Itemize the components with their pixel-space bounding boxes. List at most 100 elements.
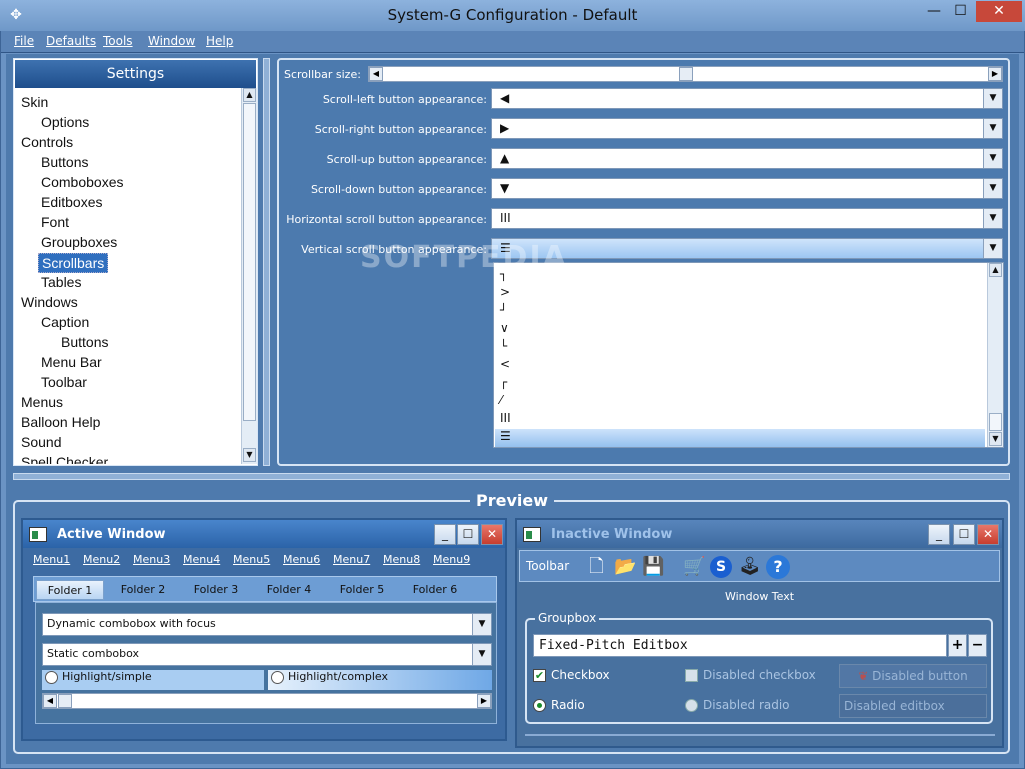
vertical-button-dropdown-list[interactable]: ┐ > ┘ ∨ └ < ┌ ⁄ III ☰ ▲ ▼ <box>493 262 1004 448</box>
tree-item-comboboxes[interactable]: Comboboxes <box>41 173 124 191</box>
preview-menu-item[interactable]: Menu6 <box>283 553 320 566</box>
preview-slider[interactable]: ◀ ▶ <box>42 693 492 709</box>
scroll-down-arrow-icon[interactable]: ▼ <box>243 448 256 462</box>
minimize-icon[interactable]: _ <box>928 524 950 545</box>
close-button[interactable]: ✕ <box>976 1 1022 22</box>
slider-thumb[interactable] <box>58 694 72 708</box>
preview-menu-item[interactable]: Menu2 <box>83 553 120 566</box>
tree-scroll-thumb[interactable] <box>243 103 256 421</box>
scroll-up-arrow-icon[interactable]: ▲ <box>989 263 1002 277</box>
chevron-down-icon[interactable]: ▼ <box>983 179 1002 198</box>
scrollbar-size-slider[interactable]: ◀ ▶ <box>368 66 1003 82</box>
tree-item-font[interactable]: Font <box>41 213 69 231</box>
fixed-pitch-editbox[interactable]: Fixed-Pitch Editbox <box>533 634 947 657</box>
tab-folder-2[interactable]: Folder 2 <box>109 580 177 600</box>
menu-tools[interactable]: Tools <box>103 34 133 48</box>
checkbox[interactable]: ✔ Checkbox <box>533 668 610 682</box>
chevron-down-icon[interactable]: ▼ <box>472 644 491 665</box>
scroll-right-arrow-icon[interactable]: ▶ <box>477 694 491 708</box>
chevron-down-icon[interactable]: ▼ <box>983 89 1002 108</box>
chevron-down-icon[interactable]: ▼ <box>983 119 1002 138</box>
tab-folder-4[interactable]: Folder 4 <box>255 580 323 600</box>
tree-item-balloon-help[interactable]: Balloon Help <box>21 413 100 431</box>
tree-item-spell-checker[interactable]: Spell Checker <box>21 453 108 464</box>
appearance-combobox[interactable]: ▲ ▼ <box>491 148 1003 169</box>
save-icon[interactable]: 💾 <box>641 554 666 579</box>
minimize-icon[interactable]: _ <box>434 524 456 545</box>
settings-tree[interactable]: Skin Options Controls Buttons Comboboxes Edit… <box>15 89 241 464</box>
tree-item-buttons[interactable]: Buttons <box>61 333 108 351</box>
radio-highlight-complex[interactable]: Highlight/complex <box>268 670 492 690</box>
static-combobox[interactable]: Static combobox ▼ <box>42 643 492 666</box>
dropdown-option[interactable]: > <box>500 285 510 299</box>
appearance-combobox[interactable]: ▼ ▼ <box>491 178 1003 199</box>
scrollbar-size-thumb[interactable] <box>679 67 693 81</box>
preview-menu-item[interactable]: Menu4 <box>183 553 220 566</box>
dropdown-scroll-thumb[interactable] <box>989 413 1002 431</box>
dropdown-option[interactable]: III <box>500 411 511 425</box>
tree-item-groupboxes[interactable]: Groupboxes <box>41 233 117 251</box>
maximize-button[interactable]: ☐ <box>947 1 974 22</box>
help-icon[interactable]: ? <box>766 555 790 579</box>
scroll-left-arrow-icon[interactable]: ◀ <box>369 67 383 81</box>
scroll-left-arrow-icon[interactable]: ◀ <box>43 694 57 708</box>
tree-item-menu-bar[interactable]: Menu Bar <box>41 353 102 371</box>
plus-icon[interactable]: + <box>948 634 967 657</box>
tab-folder-1[interactable]: Folder 1 <box>36 580 104 600</box>
preview-menu-item[interactable]: Menu1 <box>33 553 70 566</box>
tab-folder-5[interactable]: Folder 5 <box>328 580 396 600</box>
cart-icon[interactable]: 🛒 <box>682 554 707 579</box>
dropdown-option[interactable]: < <box>500 357 510 371</box>
title-bar[interactable]: ✥ System-G Configuration - Default — ☐ ✕ <box>0 0 1025 31</box>
preview-menu-item[interactable]: Menu9 <box>433 553 470 566</box>
dynamic-combobox[interactable]: Dynamic combobox with focus ▼ <box>42 613 492 636</box>
active-window-titlebar[interactable]: Active Window _ ☐ ✕ <box>23 520 505 548</box>
minus-icon[interactable]: − <box>968 634 987 657</box>
chevron-down-icon[interactable]: ▼ <box>472 614 491 635</box>
vertical-splitter[interactable] <box>263 58 270 466</box>
maximize-icon[interactable]: ☐ <box>953 524 975 545</box>
chevron-down-icon[interactable]: ▼ <box>983 149 1002 168</box>
preview-menu-item[interactable]: Menu5 <box>233 553 270 566</box>
dropdown-option[interactable]: └ <box>500 339 507 353</box>
open-folder-icon[interactable]: 📂 <box>613 554 638 579</box>
dropdown-option[interactable]: ∨ <box>500 321 509 335</box>
chevron-down-icon[interactable]: ▼ <box>983 209 1002 228</box>
tree-item-menus[interactable]: Menus <box>21 393 63 411</box>
tab-folder-3[interactable]: Folder 3 <box>182 580 250 600</box>
chevron-down-icon[interactable]: ▼ <box>983 239 1002 258</box>
scroll-right-arrow-icon[interactable]: ▶ <box>988 67 1002 81</box>
appearance-combobox[interactable]: ▶ ▼ <box>491 118 1003 139</box>
scroll-down-arrow-icon[interactable]: ▼ <box>989 432 1002 446</box>
tree-item-buttons[interactable]: Buttons <box>41 153 88 171</box>
tree-item-options[interactable]: Options <box>41 113 89 131</box>
tree-item-skin[interactable]: Skin <box>21 93 48 111</box>
appearance-combobox[interactable]: ◀ ▼ <box>491 88 1003 109</box>
tree-item-editboxes[interactable]: Editboxes <box>41 193 102 211</box>
menu-window[interactable]: Window <box>148 34 195 48</box>
tree-item-sound[interactable]: Sound <box>21 433 61 451</box>
menu-defaults[interactable]: Defaults <box>46 34 96 48</box>
menu-help[interactable]: Help <box>206 34 233 48</box>
s-logo-icon[interactable]: S <box>710 556 732 578</box>
close-icon[interactable]: ✕ <box>481 524 503 545</box>
tree-item-scrollbars[interactable]: Scrollbars <box>38 253 109 273</box>
maximize-icon[interactable]: ☐ <box>457 524 479 545</box>
radio-highlight-simple[interactable]: Highlight/simple <box>42 670 264 690</box>
tree-item-caption[interactable]: Caption <box>41 313 89 331</box>
inactive-window-titlebar[interactable]: Inactive Window _ ☐ ✕ <box>517 520 1002 548</box>
dropdown-scrollbar[interactable]: ▲ ▼ <box>987 263 1003 447</box>
dropdown-option[interactable]: ┘ <box>500 303 507 317</box>
tree-item-controls[interactable]: Controls <box>21 133 73 151</box>
tab-folder-6[interactable]: Folder 6 <box>401 580 469 600</box>
scroll-up-arrow-icon[interactable]: ▲ <box>243 88 256 102</box>
minimize-button[interactable]: — <box>921 1 947 22</box>
tree-item-toolbar[interactable]: Toolbar <box>41 373 87 391</box>
preview-menu-item[interactable]: Menu7 <box>333 553 370 566</box>
menu-file[interactable]: File <box>14 34 34 48</box>
new-document-icon[interactable]: 🗋 <box>584 554 609 579</box>
joystick-icon[interactable]: 🕹 <box>737 554 762 579</box>
preview-menu-item[interactable]: Menu3 <box>133 553 170 566</box>
dropdown-option[interactable]: ┌ <box>500 375 507 389</box>
tree-scrollbar[interactable]: ▲ ▼ <box>241 88 257 464</box>
